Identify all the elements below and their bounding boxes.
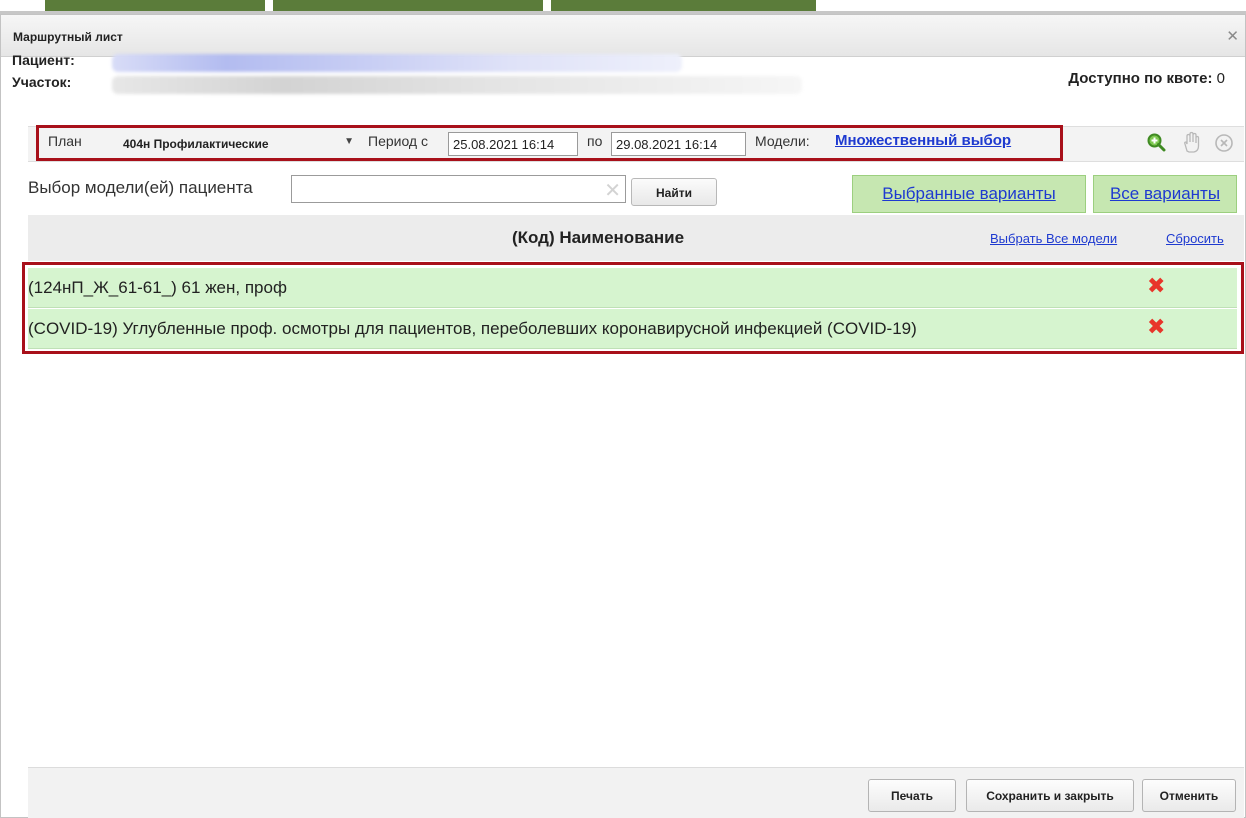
hand-icon[interactable]	[1178, 130, 1204, 156]
save-close-button[interactable]: Сохранить и закрыть	[966, 779, 1134, 812]
patient-label: Пациент:	[12, 52, 75, 68]
model-search-input[interactable]: ✕	[291, 175, 626, 203]
close-icon[interactable]: ✕	[1226, 27, 1239, 45]
cancel-button[interactable]: Отменить	[1142, 779, 1236, 812]
selected-variants-button[interactable]: Выбранные варианты	[852, 175, 1086, 213]
patient-info: Пациент: Участок: Доступно по квоте: 0	[12, 52, 1237, 102]
district-value-redacted	[112, 76, 802, 94]
district-label: Участок:	[12, 74, 72, 90]
quota-available: Доступно по квоте: 0	[1068, 70, 1225, 87]
print-button[interactable]: Печать	[868, 779, 956, 812]
quota-value: 0	[1216, 70, 1225, 87]
reset-link[interactable]: Сбросить	[1166, 231, 1224, 246]
filter-highlight-frame	[36, 125, 1063, 161]
clear-input-icon[interactable]: ✕	[604, 178, 621, 203]
quota-label: Доступно по квоте:	[1068, 70, 1213, 87]
dialog-title: Маршрутный лист	[13, 30, 123, 44]
find-button[interactable]: Найти	[631, 178, 717, 206]
dialog-titlebar: Маршрутный лист ✕	[1, 15, 1245, 57]
all-variants-button[interactable]: Все варианты	[1093, 175, 1237, 213]
grid-header: (Код) Наименование Выбрать Все модели Сб…	[28, 215, 1244, 261]
search-zoom-icon[interactable]	[1144, 130, 1170, 156]
patient-name-redacted	[112, 54, 682, 72]
model-search-label: Выбор модели(ей) пациента	[28, 178, 253, 197]
rows-highlight-frame	[22, 262, 1244, 354]
select-all-models-link[interactable]: Выбрать Все модели	[990, 231, 1117, 246]
clear-circle-icon[interactable]	[1212, 130, 1238, 156]
background-tab-strip	[0, 0, 1246, 14]
